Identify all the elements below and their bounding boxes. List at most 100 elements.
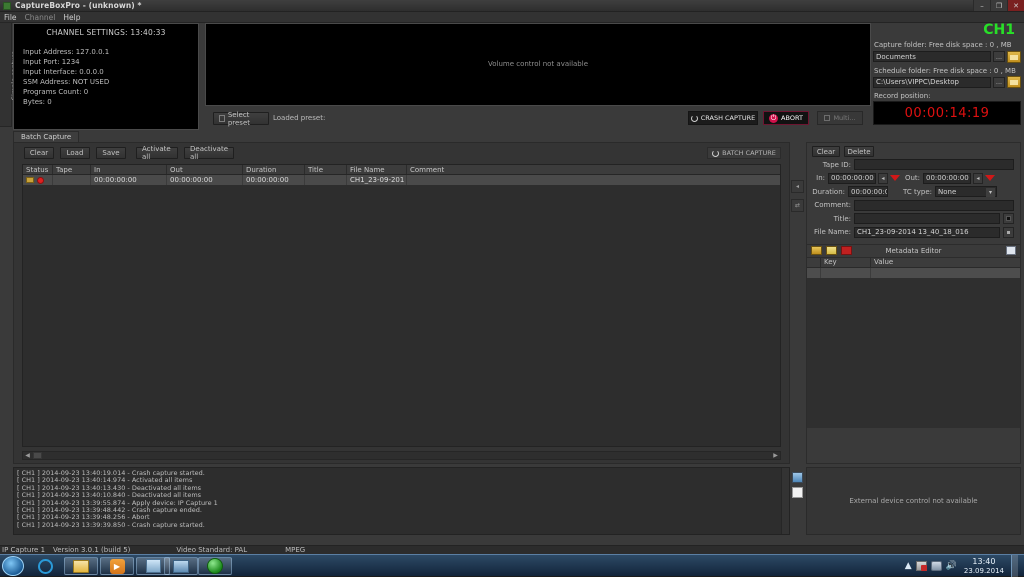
taskbar-file-explorer-icon[interactable] [64,557,98,575]
batch-load-button[interactable]: Load [60,147,90,159]
record-dot-icon [37,176,44,184]
batch-activate-all-button[interactable]: Activate all [136,145,178,161]
sidebar-tab-simple-capture[interactable]: Simple capture [0,22,18,127]
record-position-timer: 00:00:14:19 [873,101,1021,125]
in-dropdown-icon[interactable] [890,175,900,181]
batch-save-button[interactable]: Save [96,147,126,159]
row-out[interactable]: 00:00:00:00 [167,175,243,185]
crash-capture-button[interactable]: CRASH CAPTURE [688,111,758,125]
lock-icon [1006,216,1011,221]
taskbar-media-player-icon[interactable]: ▶ [100,557,134,575]
menu-item-channel[interactable]: Channel [25,13,56,22]
log-panel[interactable]: [ CH1 ] 2014-09-23 13:40:19.014 - Crash … [13,467,790,535]
video-preview[interactable]: Volume control not available [205,23,871,106]
minimize-icon[interactable]: – [973,0,990,11]
taskbar-clock[interactable]: 13:40 23.09.2014 [961,557,1007,576]
device-panel-icon[interactable] [792,472,803,483]
tray-expand-icon[interactable]: ▲ [905,561,912,571]
batch-clear-button[interactable]: Clear [24,147,54,159]
abort-button[interactable]: ⏻ ABORT [763,111,809,125]
batch-capture-start-button[interactable]: BATCH CAPTURE [707,147,781,159]
table-row[interactable]: 00:00:00:00 00:00:00:00 00:00:00:00 CH1_… [23,175,780,185]
row-comment[interactable] [407,175,780,185]
show-desktop-button[interactable] [1011,555,1018,577]
volume-icon[interactable]: 🔊 [946,561,957,571]
select-preset-label: Select preset [227,110,251,127]
row-tape[interactable] [53,175,91,185]
metadata-row-value[interactable] [871,268,1020,278]
comment-input[interactable] [854,199,1014,211]
row-title[interactable] [305,175,347,185]
out-dropdown-icon[interactable] [985,175,995,181]
column-duration: Duration [243,165,305,174]
title-input[interactable] [854,213,1000,224]
title-lock-button[interactable] [1003,213,1014,224]
move-left-icon[interactable]: ◂ [791,180,804,193]
scroll-thumb[interactable] [33,452,42,459]
export-metadata-icon[interactable] [1006,246,1016,255]
action-center-icon[interactable] [930,561,942,571]
multi-button[interactable]: Multi... [817,111,863,125]
windows-taskbar: ▶ ▲ 🔊 13:40 23.09.2014 [0,554,1024,577]
capture-folder-browse-button[interactable]: ... [993,51,1005,62]
schedule-folder-open-icon[interactable] [1007,76,1021,88]
row-duration[interactable]: 00:00:00:00 [243,175,305,185]
status-version: Version 3.0.1 (build 5) [53,546,131,554]
system-tray: ▲ 🔊 13:40 23.09.2014 [905,555,1022,577]
out-set-icon[interactable]: ◂ [973,172,983,184]
external-device-buttons [792,472,804,502]
row-file-name[interactable]: CH1_23-09-201 [347,175,407,185]
log-vertical-scrollbar[interactable] [781,468,789,534]
metadata-clear-button[interactable]: Clear [812,146,840,157]
taskbar-internet-explorer-icon[interactable] [28,557,62,575]
taskbar-remote-desktop-icon[interactable] [164,557,198,575]
scroll-left-icon[interactable]: ◀ [23,452,32,459]
start-button-icon[interactable] [2,556,24,576]
chevron-down-icon[interactable]: ▾ [986,188,995,197]
out-label: Out: [904,174,920,182]
in-out-row: In: 00:00:00:00 ◂ Out: 00:00:00:00 ◂ [811,172,1014,184]
file-name-options-button[interactable] [1003,226,1014,238]
channel-badge: CH1 [983,22,1015,38]
tab-batch-capture[interactable]: Batch Capture [13,131,80,142]
ie-icon [37,558,53,574]
metadata-table-row[interactable] [807,267,1020,278]
capture-folder-open-icon[interactable] [1007,50,1021,63]
metadata-delete-button[interactable]: Delete [844,146,874,157]
channel-settings-list: Input Address: 127.0.0.1 Input Port: 123… [14,37,198,107]
dot-icon [1007,230,1010,234]
tape-id-input[interactable] [854,159,1014,170]
capture-folder-input[interactable]: Documents [873,51,991,62]
tools-icon [145,559,161,573]
duration-label: Duration: [812,187,845,196]
duration-tctype-row: Duration: 00:00:00:00 TC type: None ▾ [811,186,1014,197]
column-out: Out [167,165,243,174]
batch-deactivate-all-button[interactable]: Deactivate all [184,145,234,161]
file-name-input[interactable]: CH1_23-09-2014 13_40_18_016 [854,226,1000,238]
schedule-folder-browse-button[interactable]: ... [993,76,1005,88]
menu-item-help[interactable]: Help [63,13,80,22]
in-set-icon[interactable]: ◂ [878,172,888,184]
batch-horizontal-scrollbar[interactable]: ◀ ▶ [22,451,781,460]
taskbar-captureboxpro-icon[interactable] [198,557,232,575]
log-line: [ CH1 ] 2014-09-23 13:39:39.850 - Crash … [17,520,205,529]
menu-item-file[interactable]: File [4,13,17,22]
channel-settings-panel: CHANNEL SETTINGS: 13:40:33 Input Address… [13,23,199,130]
schedule-folder-input[interactable]: C:\Users\VIPPC\Desktop [873,76,991,88]
close-icon[interactable]: ✕ [1007,0,1024,11]
select-preset-button[interactable]: Select preset [213,110,269,127]
window-controls: – ❐ ✕ [973,0,1024,11]
row-status[interactable] [23,175,53,185]
column-file-name: File Name [347,165,407,174]
scroll-right-icon[interactable]: ▶ [771,452,780,459]
row-in[interactable]: 00:00:00:00 [91,175,167,185]
metadata-row-key[interactable] [821,267,871,278]
swap-icon[interactable]: ⇄ [791,199,804,212]
document-icon[interactable] [792,487,803,498]
tc-type-select[interactable]: None ▾ [935,186,997,197]
out-input[interactable]: 00:00:00:00 [923,172,971,184]
duration-input[interactable]: 00:00:00:00 [848,186,888,197]
network-icon[interactable] [915,561,927,571]
maximize-icon[interactable]: ❐ [990,0,1007,11]
in-input[interactable]: 00:00:00:00 [828,172,876,184]
